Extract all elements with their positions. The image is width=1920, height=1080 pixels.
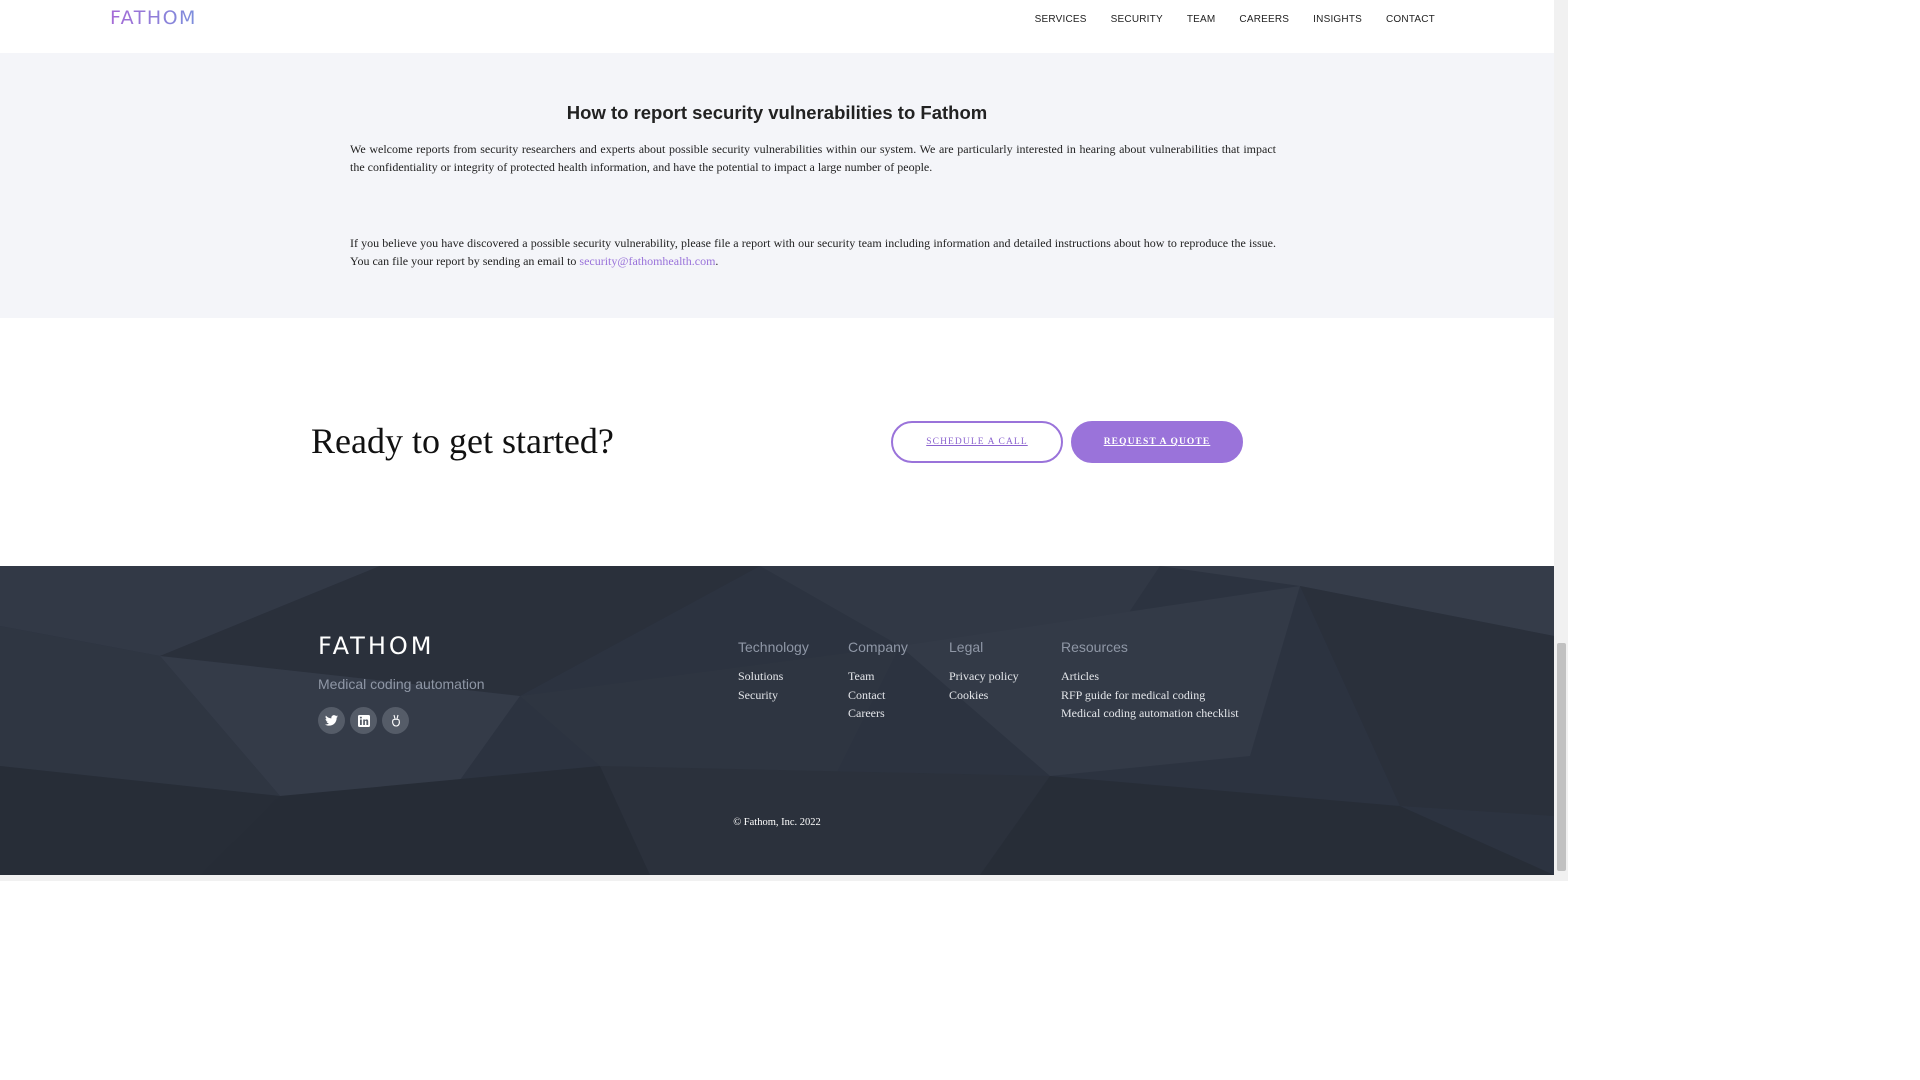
nav-insights[interactable]: INSIGHTS [1313, 14, 1362, 25]
footer-link-contact[interactable]: Contact [848, 686, 908, 705]
vulnerability-section: How to report security vulnerabilities t… [0, 53, 1554, 318]
footer-column-company: Company Team Contact Careers [848, 639, 908, 723]
footer-link-solutions[interactable]: Solutions [738, 667, 809, 686]
footer-link-cookies[interactable]: Cookies [949, 686, 1019, 705]
footer-background-pattern [0, 566, 1554, 875]
footer-column-resources: Resources Articles RFP guide for medical… [1061, 639, 1239, 723]
nav-security[interactable]: SECURITY [1111, 14, 1163, 25]
nav-team[interactable]: TEAM [1187, 14, 1216, 25]
footer-link-checklist[interactable]: Medical coding automation checklist [1061, 704, 1239, 723]
report-paragraph: If you believe you have discovered a pos… [350, 234, 1276, 270]
footer-link-careers[interactable]: Careers [848, 704, 908, 723]
nav-contact[interactable]: CONTACT [1386, 14, 1435, 25]
footer-link-security[interactable]: Security [738, 686, 809, 705]
copyright: © Fathom, Inc. 2022 [733, 817, 821, 828]
report-text-end: . [715, 254, 719, 268]
site-header: FATHOM SERVICES SECURITY TEAM CAREERS IN… [0, 0, 1554, 54]
footer-column-title: Company [848, 639, 908, 655]
site-footer: FATHOM Medical coding automation Technol… [0, 566, 1554, 875]
schedule-call-button[interactable]: SCHEDULE A CALL [891, 421, 1063, 463]
footer-column-title: Legal [949, 639, 984, 655]
section-title: How to report security vulnerabilities t… [566, 102, 988, 123]
footer-column-legal: Legal Privacy policy Cookies [949, 639, 1019, 704]
report-text: If you believe you have discovered a pos… [350, 236, 1276, 268]
footer-link-team[interactable]: Team [848, 667, 908, 686]
linkedin-icon[interactable] [350, 707, 377, 734]
security-email-link[interactable]: security@fathomhealth.com [579, 254, 715, 268]
footer-tagline: Medical coding automation [318, 676, 485, 692]
nav-careers[interactable]: CAREERS [1239, 14, 1289, 25]
header-logo[interactable]: FATHOM [110, 7, 197, 29]
footer-link-privacy-policy[interactable]: Privacy policy [949, 667, 1019, 686]
cta-title: Ready to get started? [311, 421, 614, 461]
nav-services[interactable]: SERVICES [1035, 14, 1087, 25]
scrollbar-thumb[interactable] [1557, 643, 1566, 871]
vertical-scrollbar[interactable] [1554, 0, 1568, 881]
page: FATHOM SERVICES SECURITY TEAM CAREERS IN… [0, 0, 1554, 881]
horizontal-scroll-track [0, 875, 1554, 881]
twitter-icon[interactable] [318, 707, 345, 734]
footer-logo[interactable]: FATHOM [318, 632, 434, 660]
intro-paragraph: We welcome reports from security researc… [350, 142, 1276, 174]
footer-column-title: Resources [1061, 639, 1128, 655]
footer-link-articles[interactable]: Articles [1061, 667, 1239, 686]
social-links [318, 707, 409, 734]
footer-column-title: Technology [738, 639, 809, 655]
angellist-icon[interactable] [382, 707, 409, 734]
main-nav: SERVICES SECURITY TEAM CAREERS INSIGHTS … [1011, 14, 1435, 25]
request-quote-button[interactable]: REQUEST A QUOTE [1071, 421, 1243, 463]
footer-link-rfp-guide[interactable]: RFP guide for medical coding [1061, 686, 1239, 705]
footer-column-technology: Technology Solutions Security [738, 639, 809, 704]
